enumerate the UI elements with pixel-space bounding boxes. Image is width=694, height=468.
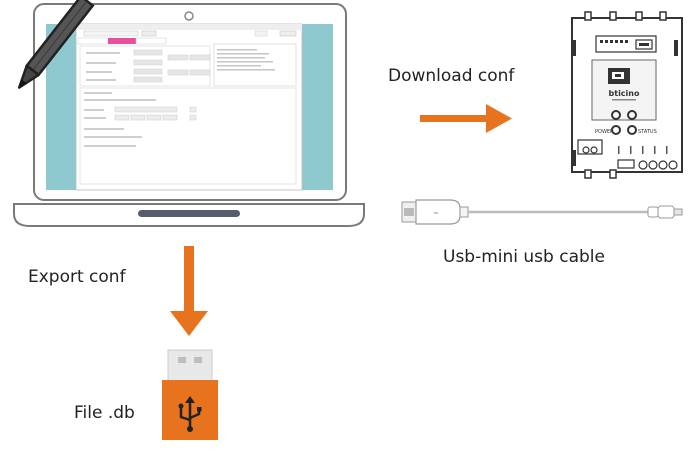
tab-active[interactable] [108, 38, 136, 44]
tab-device-settings[interactable] [135, 37, 167, 45]
camera-icon [184, 11, 194, 21]
status-label: STATUS [638, 129, 657, 135]
cable-label: Usb-mini usb cable [443, 247, 605, 267]
svg-text:⌁: ⌁ [433, 208, 439, 219]
diagram-canvas: bticino POWER STATUS ⌁ [13, 0, 683, 440]
download-conf-label: Download conf [388, 66, 515, 86]
trackpad [138, 210, 240, 217]
usb-cable: ⌁ [401, 199, 683, 225]
device-brand: bticino [609, 89, 640, 98]
bticino-device: bticino POWER STATUS [571, 11, 683, 179]
file-db-label: File .db [74, 403, 135, 423]
download-arrow [420, 104, 512, 133]
tab-configuration[interactable] [77, 37, 109, 45]
power-label: POWER [595, 129, 614, 135]
export-conf-label: Export conf [28, 267, 126, 287]
export-arrow [170, 246, 208, 336]
app-window [75, 23, 303, 191]
usb-stick [162, 349, 218, 440]
